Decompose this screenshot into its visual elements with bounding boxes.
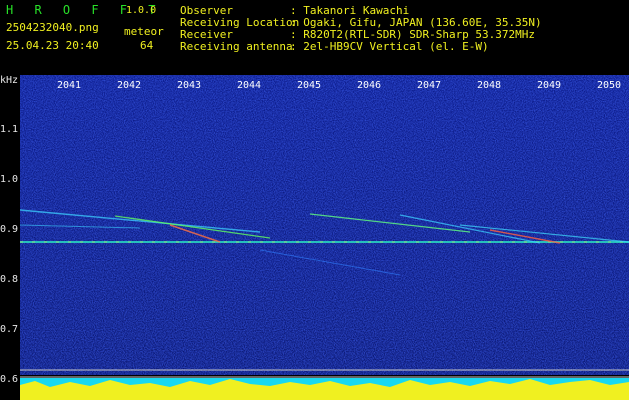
header-panel: H R O F F T 1.0.0 2504232040.png meteor … (0, 0, 629, 75)
x-tick-label: 2049 (537, 80, 562, 91)
antenna-label: Receiving antenna (180, 40, 293, 53)
x-tick-label: 2045 (297, 80, 322, 91)
meteor-count: 64 (140, 39, 154, 52)
spectrogram-canvas (20, 75, 629, 400)
x-tick-label: 2041 (57, 80, 82, 91)
x-tick-label: 2047 (417, 80, 442, 91)
y-tick-label: 1.0 (0, 174, 19, 185)
antenna-value: : 2el-HB9CV Vertical (el. E-W) (290, 40, 489, 53)
file-datetime: 25.04.23 20:40 (6, 39, 99, 52)
x-tick-label: 2042 (117, 80, 142, 91)
x-tick-label: 2048 (477, 80, 502, 91)
y-tick-label: 0.7 (0, 324, 19, 335)
x-tick-label: 2050 (597, 80, 622, 91)
spectrogram (20, 75, 629, 400)
y-axis-unit: kHz (0, 75, 19, 86)
app-version: 1.0.0 (126, 5, 157, 16)
x-tick-label: 2046 (357, 80, 382, 91)
y-tick-label: 0.6 (0, 374, 19, 385)
y-tick-label: 0.9 (0, 224, 19, 235)
file-name: 2504232040.png (6, 21, 99, 34)
y-tick-label: 1.1 (0, 124, 19, 135)
meteor-label: meteor (124, 25, 164, 38)
y-tick-label: 0.8 (0, 274, 19, 285)
x-tick-label: 2043 (177, 80, 202, 91)
x-tick-label: 2044 (237, 80, 262, 91)
